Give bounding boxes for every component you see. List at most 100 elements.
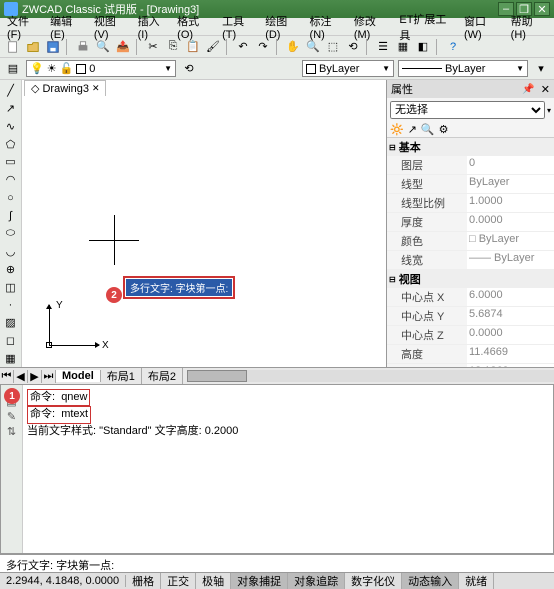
document-tab[interactable]: ◇ Drawing3 ✕ — [24, 80, 106, 96]
toggle-pickadd-icon[interactable]: 🔆 — [390, 123, 404, 136]
property-row[interactable]: 中心点 X6.0000 — [387, 288, 554, 307]
cut-icon[interactable]: ✂ — [144, 38, 162, 56]
status-otrack[interactable]: 对象追踪 — [288, 573, 345, 589]
print-icon[interactable] — [74, 38, 92, 56]
tree-toggle-icon[interactable]: ⊟ — [389, 275, 396, 284]
property-row[interactable]: 颜色□ ByLayer — [387, 232, 554, 251]
select-objects-icon[interactable]: ↗ — [408, 123, 417, 136]
cmd-tool2-icon[interactable]: ✎ — [7, 410, 16, 423]
hatch-icon[interactable]: ▨ — [2, 314, 20, 331]
status-tablet[interactable]: 数字化仪 — [345, 573, 402, 589]
property-value[interactable]: 0 — [467, 156, 554, 174]
circle-icon[interactable]: ○ — [2, 189, 20, 206]
zoom-prev-icon[interactable]: ⟲ — [344, 38, 362, 56]
preview-icon[interactable]: 🔍 — [94, 38, 112, 56]
ellipse-arc-icon[interactable]: ◡ — [2, 243, 20, 260]
design-center-icon[interactable]: ▦ — [394, 38, 412, 56]
tool-palettes-icon[interactable]: ◧ — [414, 38, 432, 56]
property-value[interactable]: 5.6874 — [467, 307, 554, 325]
layer-manager-icon[interactable]: ▤ — [4, 60, 22, 78]
tab-prev-icon[interactable]: ◀ — [14, 370, 28, 383]
status-ortho[interactable]: 正交 — [161, 573, 196, 589]
status-grid[interactable]: 栅格 — [126, 573, 161, 589]
zoom-icon[interactable]: 🔍 — [304, 38, 322, 56]
tab-layout2[interactable]: 布局2 — [142, 368, 183, 384]
point-icon[interactable]: · — [2, 297, 20, 314]
polygon-icon[interactable]: ⬠ — [2, 136, 20, 153]
open-icon[interactable] — [24, 38, 42, 56]
command-input[interactable]: 多行文字: 字块第一点: — [0, 554, 554, 572]
tab-last-icon[interactable]: ⏭ — [42, 370, 56, 383]
command-window: 1 ▤ ✎ ⇅ 命令: qnew 命令: mtext 当前文字样式: "Stan… — [0, 384, 554, 554]
spline-icon[interactable]: ∫ — [2, 207, 20, 224]
insert-icon[interactable]: ⊕ — [2, 261, 20, 278]
paste-icon[interactable]: 📋 — [184, 38, 202, 56]
menu-help[interactable]: 帮助(H) — [508, 12, 550, 42]
color-combo[interactable]: ByLayer ▼ — [302, 60, 394, 77]
crosshair-h — [89, 240, 139, 241]
help-icon[interactable]: ? — [444, 38, 462, 56]
tab-first-icon[interactable]: ⏮ — [0, 370, 14, 383]
zoom-window-icon[interactable]: ⬚ — [324, 38, 342, 56]
rectangle-icon[interactable]: ▭ — [2, 154, 20, 171]
layer-prev-icon[interactable]: ⟲ — [180, 60, 198, 78]
tab-layout1[interactable]: 布局1 — [101, 368, 142, 384]
status-polar[interactable]: 极轴 — [196, 573, 231, 589]
property-value[interactable]: 6.0000 — [467, 288, 554, 306]
layer-combo[interactable]: 💡 ☀ 🔓 0 ▼ — [26, 60, 176, 77]
table-icon[interactable]: ▦ — [2, 350, 20, 367]
property-value[interactable]: ByLayer — [467, 175, 554, 193]
prop-tool-icon[interactable]: ⚙ — [439, 123, 449, 136]
property-value[interactable]: —— ByLayer — [467, 251, 554, 269]
redo-icon[interactable]: ↷ — [254, 38, 272, 56]
quick-select-icon[interactable]: 🔍 — [421, 123, 435, 136]
ellipse-icon[interactable]: ⬭ — [2, 225, 20, 242]
linetype-combo[interactable]: ByLayer ▼ — [398, 60, 528, 77]
property-row[interactable]: 中心点 Y5.6874 — [387, 307, 554, 326]
lineweight-combo[interactable]: ▾ — [532, 60, 550, 78]
tab-next-icon[interactable]: ▶ — [28, 370, 42, 383]
property-row[interactable]: 高度11.4669 — [387, 345, 554, 364]
new-icon[interactable] — [4, 38, 22, 56]
property-row[interactable]: 线型比例1.0000 — [387, 194, 554, 213]
property-row[interactable]: 线型ByLayer — [387, 175, 554, 194]
property-row[interactable]: 线宽—— ByLayer — [387, 251, 554, 270]
status-dyn[interactable]: 动态输入 — [402, 573, 459, 589]
undo-icon[interactable]: ↶ — [234, 38, 252, 56]
property-value[interactable]: 1.0000 — [467, 194, 554, 212]
close-tab-icon[interactable]: ✕ — [92, 83, 100, 94]
property-label: 线宽 — [387, 251, 467, 269]
property-value[interactable]: 0.0000 — [467, 326, 554, 344]
pan-icon[interactable]: ✋ — [284, 38, 302, 56]
xline-icon[interactable]: ↗ — [2, 100, 20, 117]
menu-window[interactable]: 窗口(W) — [461, 12, 506, 42]
publish-icon[interactable]: 📤 — [114, 38, 132, 56]
h-scrollbar[interactable] — [187, 370, 554, 382]
property-value[interactable]: □ ByLayer — [467, 232, 554, 250]
property-value[interactable]: 18.1369 — [467, 364, 554, 367]
pline-icon[interactable]: ∿ — [2, 118, 20, 135]
block-icon[interactable]: ◫ — [2, 279, 20, 296]
arc-icon[interactable]: ◠ — [2, 171, 20, 188]
matchprop-icon[interactable]: 🖌 — [204, 38, 222, 56]
property-value[interactable]: 11.4669 — [467, 345, 554, 363]
property-row[interactable]: 厚度0.0000 — [387, 213, 554, 232]
cmd-tool3-icon[interactable]: ⇅ — [7, 425, 16, 438]
line-icon[interactable]: ╱ — [2, 82, 20, 99]
selection-combo[interactable]: 无选择 — [390, 101, 545, 119]
save-icon[interactable] — [44, 38, 62, 56]
status-osnap[interactable]: 对象捕捉 — [231, 573, 288, 589]
property-value[interactable]: 0.0000 — [467, 213, 554, 231]
close-panel-icon[interactable]: ✕ — [541, 83, 550, 96]
copy-icon[interactable]: ⎘ — [164, 38, 182, 56]
axis-y-label: Y — [56, 300, 63, 311]
properties-icon[interactable]: ☰ — [374, 38, 392, 56]
property-row[interactable]: 中心点 Z0.0000 — [387, 326, 554, 345]
region-icon[interactable]: ◻ — [2, 332, 20, 349]
tree-toggle-icon[interactable]: ⊟ — [389, 143, 396, 152]
property-row[interactable]: 宽度18.1369 — [387, 364, 554, 367]
property-row[interactable]: 图层0 — [387, 156, 554, 175]
pin-icon[interactable]: 📌 — [522, 84, 534, 95]
tab-model[interactable]: Model — [56, 370, 101, 382]
drawing-canvas[interactable]: ◇ Drawing3 ✕ 多行文字: 字块第一点: 2 Y X — [22, 80, 386, 367]
